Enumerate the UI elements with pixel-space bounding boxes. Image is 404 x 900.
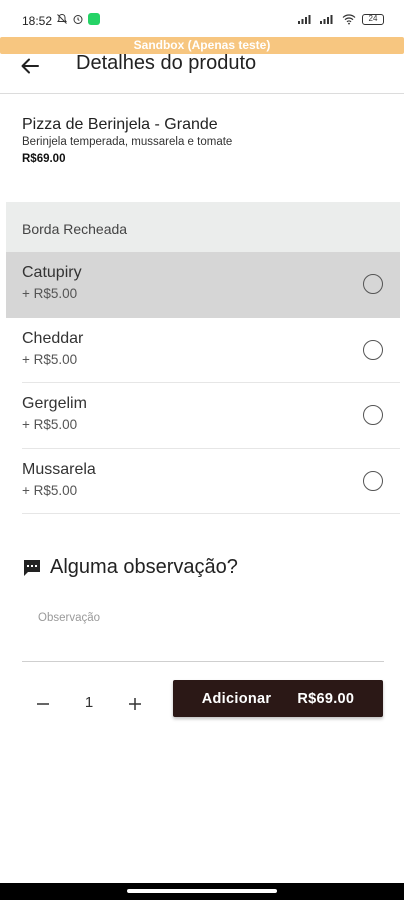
minus-icon bbox=[37, 703, 49, 705]
option-radio[interactable] bbox=[363, 274, 383, 294]
add-button-label: Adicionar bbox=[201, 690, 272, 707]
status-notification-icons bbox=[56, 13, 100, 25]
alarm-clock-icon bbox=[73, 15, 83, 24]
plus-icon bbox=[129, 698, 141, 710]
product-price: R$69.00 bbox=[22, 153, 66, 165]
arrow-left-icon bbox=[21, 58, 39, 74]
option-row-gergelim[interactable]: Gergelim + R$5.00 bbox=[6, 383, 400, 449]
section-header: Borda Recheada bbox=[6, 202, 400, 252]
option-row-catupiry[interactable]: Catupiry + R$5.00 bbox=[6, 252, 400, 318]
status-bar: 18:52 24 bbox=[0, 0, 404, 42]
wifi-icon bbox=[342, 14, 356, 25]
option-row-cheddar[interactable]: Cheddar + R$5.00 bbox=[6, 318, 400, 383]
option-radio[interactable] bbox=[363, 339, 383, 360]
option-name: Gergelim bbox=[22, 395, 87, 412]
option-price: + R$5.00 bbox=[22, 482, 78, 498]
observation-input[interactable] bbox=[22, 604, 384, 662]
product-info: Pizza de Berinjela - Grande Berinjela te… bbox=[22, 116, 392, 165]
quantity-decrease-button[interactable] bbox=[32, 693, 54, 715]
divider bbox=[22, 513, 400, 514]
home-gesture-handle[interactable] bbox=[127, 889, 277, 893]
quantity-increase-button[interactable] bbox=[124, 693, 146, 715]
battery-icon: 24 bbox=[362, 13, 384, 25]
option-price: + R$5.00 bbox=[22, 351, 78, 367]
options-list: Catupiry + R$5.00 Cheddar + R$5.00 Gerge… bbox=[6, 252, 400, 514]
product-description: Berinjela temperada, mussarela e tomate bbox=[22, 136, 233, 148]
option-name: Cheddar bbox=[22, 329, 84, 347]
option-price: + R$5.00 bbox=[22, 417, 78, 432]
product-name: Pizza de Berinjela - Grande bbox=[22, 116, 218, 133]
add-to-cart-button[interactable]: Adicionar R$69.00 bbox=[173, 680, 383, 717]
observation-title: Alguma observação? bbox=[50, 556, 238, 578]
observation-heading: Alguma observação? bbox=[22, 556, 238, 579]
back-button[interactable] bbox=[16, 52, 44, 80]
status-system-icons: 24 bbox=[298, 13, 384, 25]
quantity-value: 1 bbox=[84, 694, 94, 711]
section-title: Borda Recheada bbox=[22, 221, 128, 237]
option-price: + R$5.00 bbox=[22, 286, 78, 301]
option-name: Mussarela bbox=[22, 460, 96, 478]
page-title: Detalhes do produto bbox=[76, 52, 257, 74]
option-row-mussarela[interactable]: Mussarela + R$5.00 bbox=[6, 449, 400, 514]
add-button-price: R$69.00 bbox=[297, 690, 355, 707]
system-navigation-bar bbox=[0, 883, 404, 900]
option-radio[interactable] bbox=[363, 470, 383, 491]
app-header: Detalhes do produto bbox=[0, 46, 404, 94]
status-time: 18:52 bbox=[22, 14, 53, 28]
option-radio[interactable] bbox=[363, 405, 383, 425]
comment-icon bbox=[24, 559, 40, 576]
mute-bell-icon bbox=[57, 13, 67, 24]
option-name: Catupiry bbox=[22, 264, 82, 281]
signal-icon bbox=[298, 15, 311, 24]
signal-2-icon bbox=[320, 15, 333, 24]
whatsapp-icon bbox=[88, 13, 100, 25]
